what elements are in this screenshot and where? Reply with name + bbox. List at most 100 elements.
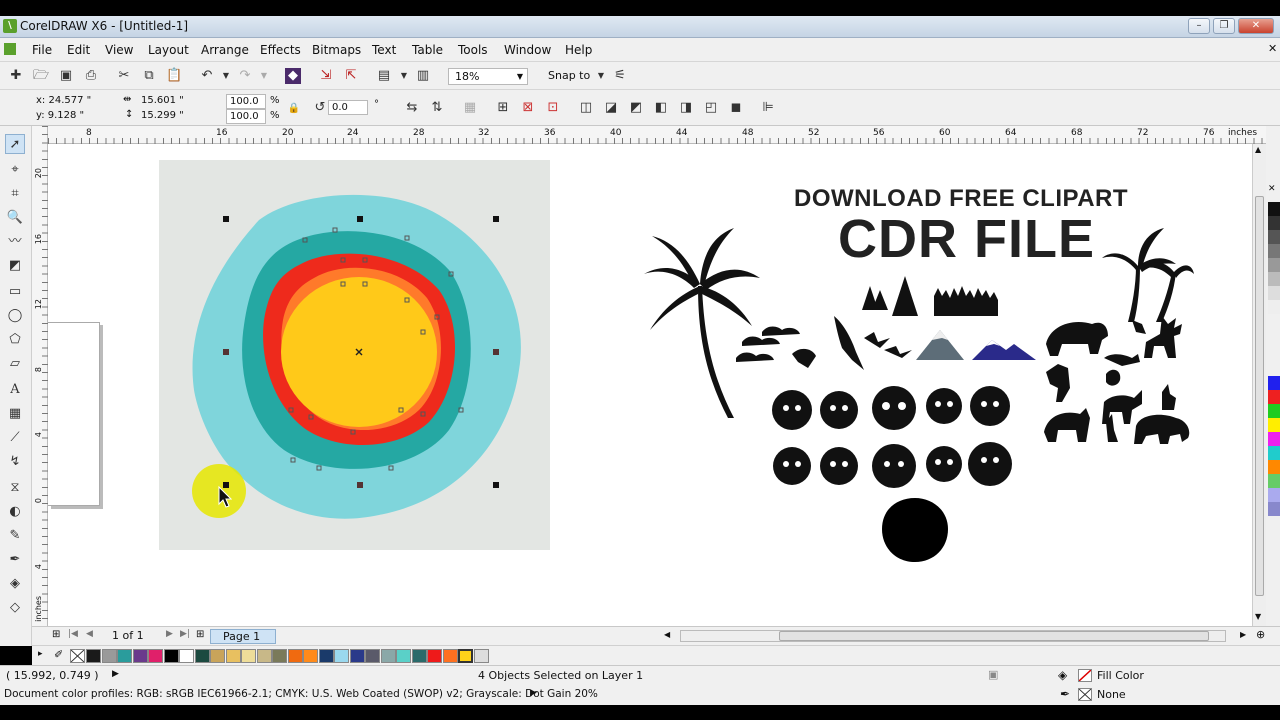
hscroll-left-icon[interactable]: ◀ — [664, 630, 670, 639]
palette-swatch[interactable] — [365, 649, 380, 663]
palette-swatch[interactable] — [458, 649, 473, 663]
palette-swatch[interactable] — [210, 649, 225, 663]
lock-ratio-icon[interactable]: 🔒 — [286, 101, 302, 117]
palette-swatch[interactable] — [1268, 474, 1280, 488]
palette-swatch[interactable] — [256, 649, 272, 663]
align-distribute-icon[interactable]: ⊫ — [760, 100, 776, 116]
ellipse-tool-icon[interactable]: ◯ — [5, 306, 25, 326]
scroll-up-icon[interactable]: ▲ — [1255, 145, 1261, 154]
weld-icon[interactable]: ◫ — [578, 100, 594, 116]
palette-swatch[interactable] — [179, 649, 194, 663]
menu-effects[interactable]: Effects — [260, 43, 301, 57]
export-icon[interactable]: ⇱ — [343, 68, 359, 84]
menu-window[interactable]: Window — [504, 43, 551, 57]
publish-pdf-icon[interactable]: ▤ — [376, 68, 392, 84]
intersect-icon[interactable]: ◩ — [628, 100, 644, 116]
ungroup-icon[interactable]: ⊞ — [495, 100, 511, 116]
minimize-button[interactable]: – — [1188, 18, 1210, 34]
add-page-after-icon[interactable]: ⊞ — [196, 629, 204, 640]
palette-swatch[interactable] — [241, 649, 256, 663]
black-circle-shape[interactable] — [880, 496, 950, 564]
application-launcher-icon[interactable]: ▥ — [415, 68, 431, 84]
height-field[interactable]: 15.299 " — [141, 110, 184, 121]
palette-swatch[interactable] — [1268, 376, 1280, 390]
palette-swatch[interactable] — [163, 649, 179, 663]
menu-file[interactable]: File — [32, 43, 52, 57]
redo-dropdown-icon[interactable]: ▼ — [256, 68, 272, 84]
menu-help[interactable]: Help — [565, 43, 592, 57]
smart-fill-icon[interactable]: ◩ — [5, 256, 25, 276]
palm-trees-icon[interactable] — [1102, 226, 1194, 322]
close-button[interactable]: ✕ — [1238, 18, 1274, 34]
prev-page-icon[interactable]: ◀ — [86, 629, 93, 639]
scale-height-field[interactable]: 100.0 — [226, 109, 266, 124]
scroll-thumb[interactable] — [1255, 196, 1264, 596]
scroll-down-icon[interactable]: ▼ — [1255, 612, 1261, 621]
palette-swatch[interactable] — [101, 649, 117, 663]
undo-icon[interactable]: ↶ — [199, 68, 215, 84]
polygon-tool-icon[interactable]: ⬠ — [5, 330, 25, 350]
selection-handle-bc[interactable] — [357, 482, 363, 488]
dock-close-icon[interactable]: ✕ — [1268, 42, 1277, 55]
vertical-ruler[interactable]: 20 16 12 8 4 0 4 inches — [32, 126, 48, 628]
selection-handle-mr[interactable] — [493, 349, 499, 355]
crop-tool-icon[interactable]: ⌗ — [5, 184, 25, 204]
palette-swatch[interactable] — [442, 649, 458, 663]
text-tool-icon[interactable]: A — [5, 380, 25, 400]
palette-swatch[interactable] — [1268, 272, 1280, 286]
selection-handle-ml[interactable] — [223, 349, 229, 355]
horizontal-scrollbar[interactable] — [680, 630, 1226, 642]
eyedropper-icon[interactable]: ✎ — [5, 526, 25, 546]
shape-tool-icon[interactable]: ⌖ — [5, 160, 25, 180]
options-icon[interactable]: ⚟ — [612, 68, 628, 84]
palette-play-icon[interactable]: ▸ — [38, 649, 43, 659]
birds-clouds-icon[interactable] — [734, 312, 914, 376]
paste-icon[interactable]: 📋 — [166, 68, 182, 84]
first-page-icon[interactable]: |◀ — [68, 629, 78, 639]
maximize-button[interactable]: ❐ — [1213, 18, 1235, 34]
palette-swatch[interactable] — [1268, 286, 1280, 300]
selection-handle-tr[interactable] — [493, 216, 499, 222]
add-page-icon[interactable]: ⊞ — [52, 629, 60, 640]
simplify-icon[interactable]: ◧ — [653, 100, 669, 116]
zoom-tool-icon[interactable]: 🔍 — [5, 208, 25, 228]
menu-table[interactable]: Table — [412, 43, 443, 57]
snap-to-button[interactable]: Snap to — [548, 69, 590, 82]
outline-pen-icon[interactable]: ✒ — [5, 550, 25, 570]
print-icon[interactable]: ⎙ — [83, 68, 99, 84]
palette-swatch[interactable] — [318, 649, 334, 663]
palette-swatch[interactable] — [1268, 404, 1280, 418]
profiles-arrow-icon[interactable]: ▶ — [530, 688, 537, 698]
basic-shapes-icon[interactable]: ▱ — [5, 354, 25, 374]
hscroll-right-icon[interactable]: ▶ — [1240, 630, 1246, 639]
last-page-icon[interactable]: ▶| — [180, 629, 190, 639]
new-document-icon[interactable]: ✚ — [8, 68, 24, 84]
dimension-tool-icon[interactable]: ⟋ — [5, 428, 25, 448]
palette-swatch[interactable] — [1268, 202, 1280, 216]
palette-swatch[interactable] — [1268, 244, 1280, 258]
trim-icon[interactable]: ◪ — [603, 100, 619, 116]
y-position-field[interactable]: y: 9.128 " — [36, 110, 84, 121]
connector-tool-icon[interactable]: ↯ — [5, 452, 25, 472]
selection-handle-br[interactable] — [493, 482, 499, 488]
palette-swatch[interactable] — [1268, 216, 1280, 230]
menu-view[interactable]: View — [105, 43, 133, 57]
palette-swatch[interactable] — [1268, 502, 1280, 516]
hscroll-thumb[interactable] — [779, 631, 1209, 641]
palette-close-icon[interactable]: ✕ — [1268, 184, 1276, 194]
navigator-zoom-icon[interactable]: ⊕ — [1256, 628, 1265, 641]
palette-swatch[interactable] — [334, 649, 349, 663]
cut-icon[interactable]: ✂ — [116, 68, 132, 84]
eyedropper-palette-icon[interactable]: ✐ — [54, 648, 63, 661]
next-page-icon[interactable]: ▶ — [166, 629, 173, 639]
palette-swatch[interactable] — [272, 649, 287, 663]
back-minus-front-icon[interactable]: ◰ — [703, 100, 719, 116]
palette-swatch[interactable] — [411, 649, 427, 663]
menu-tools[interactable]: Tools — [458, 43, 488, 57]
freehand-tool-icon[interactable]: 〰 — [5, 232, 25, 252]
menu-arrange[interactable]: Arrange — [201, 43, 249, 57]
selection-handle-tl[interactable] — [223, 216, 229, 222]
mountains-icon[interactable] — [914, 324, 1038, 364]
color-profiles-text[interactable]: Document color profiles: RGB: sRGB IEC61… — [4, 688, 598, 700]
palette-swatch[interactable] — [1268, 432, 1280, 446]
